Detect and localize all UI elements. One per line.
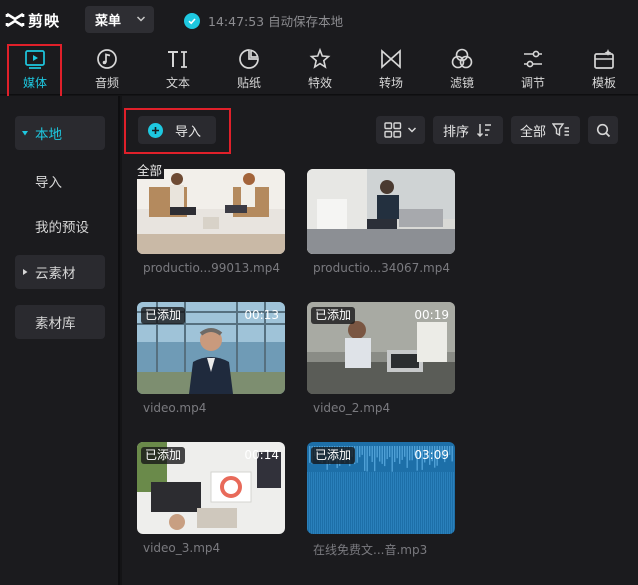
check-circle-icon	[184, 12, 200, 29]
adjust-icon	[524, 50, 542, 68]
search-icon	[596, 123, 610, 137]
filter-label: 全部	[520, 124, 547, 140]
tab-label: 调节	[520, 76, 545, 90]
filter-button[interactable]: 全部	[511, 116, 580, 144]
template-icon	[594, 49, 614, 69]
section-label: 全部	[137, 160, 165, 179]
tab-text[interactable]: 文本	[148, 40, 208, 95]
menu-button[interactable]: 菜单	[85, 6, 154, 33]
media-filename: productio...34067.mp4	[313, 261, 450, 275]
added-badge: 已添加	[311, 447, 356, 464]
caret-right-icon	[23, 269, 28, 275]
tab-audio[interactable]: 音频	[77, 40, 137, 95]
sidebar-item-label: 导入	[35, 175, 62, 191]
sort-button[interactable]: 排序	[433, 116, 503, 144]
added-badge: 已添加	[141, 447, 186, 464]
media-filename: video_3.mp4	[143, 541, 221, 555]
view-mode-dropdown[interactable]	[376, 116, 425, 144]
filter-funnel-icon	[552, 123, 570, 137]
added-badge: 已添加	[311, 307, 356, 324]
media-duration: 00:13	[244, 308, 279, 322]
tab-adjust[interactable]: 调节	[503, 40, 563, 95]
sidebar-item-import[interactable]: 导入	[15, 164, 105, 198]
sidebar-item-my-presets[interactable]: 我的预设	[15, 209, 105, 243]
media-panel: 导入 排序 全部 全部 productio...99013.mp4 produc…	[122, 96, 638, 585]
tab-sticker[interactable]: 贴纸	[219, 40, 279, 95]
media-item[interactable]: 已添加 03:09 在线免费文...音.mp3	[307, 442, 455, 562]
sidebar: 本地 导入 我的预设 云素材 素材库	[0, 96, 120, 585]
title-bar: 剪映 菜单 14:47:53 自动保存本地	[0, 0, 638, 40]
tab-label: 滤镜	[449, 76, 474, 90]
autosave-status: 14:47:53 自动保存本地	[184, 11, 343, 30]
sidebar-item-label: 本地	[35, 127, 62, 143]
media-item[interactable]: 已添加 00:13 video.mp4	[137, 302, 285, 422]
effects-icon	[309, 47, 331, 69]
tab-label: 转场	[378, 76, 403, 90]
sidebar-item-label: 云素材	[35, 266, 76, 282]
media-filename: productio...99013.mp4	[143, 261, 280, 275]
tab-label: 特效	[307, 76, 332, 90]
app-logo: 剪映	[4, 9, 60, 31]
import-button-highlight	[124, 108, 231, 154]
autosave-text: 14:47:53 自动保存本地	[208, 14, 344, 29]
sidebar-item-local[interactable]: 本地	[15, 116, 105, 150]
media-duration: 03:09	[414, 448, 449, 462]
sidebar-item-label: 我的预设	[35, 220, 89, 236]
tab-effects[interactable]: 特效	[290, 40, 350, 95]
search-button[interactable]	[588, 116, 618, 144]
sidebar-item-label: 素材库	[35, 316, 76, 332]
media-item[interactable]: productio...34067.mp4	[307, 169, 455, 284]
menu-label: 菜单	[95, 14, 122, 29]
sort-icon	[476, 124, 492, 138]
media-item[interactable]: 已添加 00:19 video_2.mp4	[307, 302, 455, 422]
media-item[interactable]: productio...99013.mp4	[137, 169, 285, 284]
sidebar-item-cloud-assets[interactable]: 云素材	[15, 255, 105, 289]
tab-filter[interactable]: 滤镜	[432, 40, 492, 95]
chevron-down-icon	[407, 127, 417, 133]
audio-icon	[97, 49, 117, 69]
text-icon	[168, 51, 187, 68]
media-item[interactable]: 已添加 00:14 video_3.mp4	[137, 442, 285, 562]
capcut-logo-icon	[5, 12, 25, 28]
caret-down-icon	[22, 131, 28, 136]
feature-toolbar: 媒体 音频 文本 贴纸 特效 转场 滤镜 调节 模板	[0, 40, 638, 95]
sort-label: 排序	[443, 124, 470, 140]
tab-label: 模板	[591, 76, 616, 90]
sidebar-item-asset-library[interactable]: 素材库	[15, 305, 105, 339]
sticker-icon	[239, 49, 259, 69]
tab-label: 贴纸	[236, 76, 261, 90]
media-filename: 在线免费文...音.mp3	[313, 543, 428, 557]
chevron-down-icon	[136, 16, 146, 22]
app-name: 剪映	[28, 11, 61, 30]
transition-icon	[381, 49, 401, 69]
media-thumbnail	[137, 169, 285, 254]
tab-template[interactable]: 模板	[574, 40, 634, 95]
media-duration: 00:14	[244, 448, 279, 462]
filter-icon	[451, 48, 473, 69]
media-filename: video_2.mp4	[313, 401, 391, 415]
media-tab-highlight	[7, 44, 62, 104]
media-thumbnail	[307, 169, 455, 254]
added-badge: 已添加	[141, 307, 186, 324]
media-duration: 00:19	[414, 308, 449, 322]
tab-label: 音频	[94, 76, 119, 90]
tab-label: 文本	[165, 76, 190, 90]
tab-transition[interactable]: 转场	[361, 40, 421, 95]
grid-view-icon	[384, 122, 402, 138]
media-filename: video.mp4	[143, 401, 207, 415]
